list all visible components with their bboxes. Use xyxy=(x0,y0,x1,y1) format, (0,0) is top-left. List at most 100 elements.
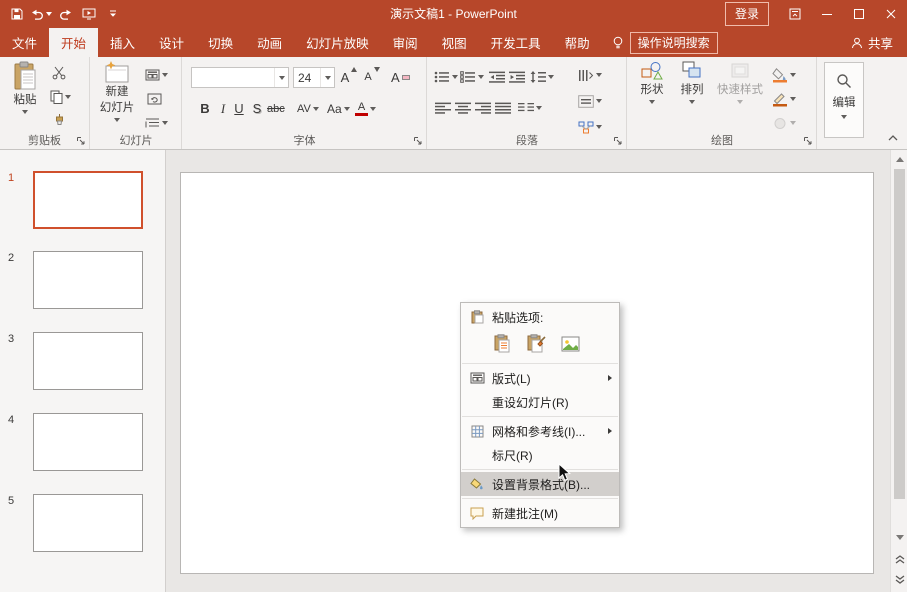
menu-item-reset-slide[interactable]: 重设幻灯片(R) xyxy=(461,390,619,414)
scroll-down-button[interactable] xyxy=(891,529,907,546)
bullets-dropdown-icon xyxy=(452,75,458,79)
shape-outline-button[interactable] xyxy=(772,89,796,109)
vertical-scrollbar[interactable] xyxy=(890,150,907,592)
editing-button[interactable]: 编辑 xyxy=(824,62,864,138)
share-label: 共享 xyxy=(868,33,893,52)
tab-transitions[interactable]: 切换 xyxy=(196,28,245,57)
new-slide-button[interactable]: 新建 幻灯片 xyxy=(94,61,140,139)
paste-picture-button[interactable] xyxy=(558,332,583,355)
ribbon-display-options-button[interactable] xyxy=(779,0,811,28)
tab-slideshow[interactable]: 幻灯片放映 xyxy=(294,28,381,57)
bold-button[interactable]: B xyxy=(197,98,213,119)
shapes-button[interactable]: 形状 xyxy=(632,61,672,139)
paste-button[interactable]: 粘贴 xyxy=(6,61,44,139)
menu-item-new-comment[interactable]: 新建批注(M) xyxy=(461,501,619,525)
line-spacing-button[interactable] xyxy=(530,67,554,87)
align-text-button[interactable] xyxy=(578,91,602,111)
tab-insert[interactable]: 插入 xyxy=(98,28,147,57)
align-center-button[interactable] xyxy=(454,98,472,118)
tab-help[interactable]: 帮助 xyxy=(553,28,602,57)
tab-home[interactable]: 开始 xyxy=(49,28,98,57)
customize-qat-button[interactable] xyxy=(102,2,124,26)
tab-developer[interactable]: 开发工具 xyxy=(479,28,553,57)
slides-group: 新建 幻灯片 幻灯片 xyxy=(91,57,182,149)
tab-animations[interactable]: 动画 xyxy=(245,28,294,57)
character-spacing-button[interactable]: AV xyxy=(297,98,319,119)
quick-styles-button[interactable]: 快速样式 xyxy=(714,61,766,139)
menu-item-ruler[interactable]: 标尺(R) xyxy=(461,443,619,467)
justify-button[interactable] xyxy=(494,98,512,118)
customize-qat-icon xyxy=(109,10,117,18)
slide-editing-area[interactable]: 粘贴选项: 版式(L) xyxy=(166,150,890,592)
font-dialog-launcher[interactable] xyxy=(412,135,424,147)
menu-item-format-background[interactable]: 设置背景格式(B)... xyxy=(461,472,619,496)
minimize-button[interactable] xyxy=(811,0,843,28)
scrollbar-thumb[interactable] xyxy=(894,169,905,499)
columns-button[interactable] xyxy=(518,98,542,118)
increase-indent-button[interactable] xyxy=(508,67,526,87)
paste-keep-source-formatting-button[interactable] xyxy=(525,332,550,355)
decrease-indent-button[interactable] xyxy=(488,67,506,87)
collapse-ribbon-button[interactable] xyxy=(885,132,901,144)
drawing-group: 形状 排列 快速样式 xyxy=(628,57,817,149)
bullets-button[interactable] xyxy=(434,67,458,87)
align-right-button[interactable] xyxy=(474,98,492,118)
arrange-button[interactable]: 排列 xyxy=(674,61,710,139)
menu-item-grid-guides[interactable]: 网格和参考线(I)... xyxy=(461,419,619,443)
shrink-font-button[interactable]: A xyxy=(363,67,381,87)
character-spacing-label: AV xyxy=(297,103,311,115)
next-slide-button[interactable] xyxy=(891,571,907,588)
previous-slide-button[interactable] xyxy=(891,551,907,568)
align-left-icon xyxy=(435,102,451,114)
save-button[interactable] xyxy=(6,2,28,26)
clipboard-dialog-launcher[interactable] xyxy=(75,135,87,147)
font-size-combobox[interactable]: 24 xyxy=(293,67,335,88)
align-text-dropdown-icon xyxy=(596,99,602,103)
slide-thumbnail-1[interactable] xyxy=(33,171,143,229)
copy-button[interactable] xyxy=(50,87,71,107)
change-case-button[interactable]: Aa xyxy=(327,98,350,119)
layout-button[interactable] xyxy=(145,65,168,85)
tab-view[interactable]: 视图 xyxy=(430,28,479,57)
reset-slide-button[interactable] xyxy=(145,89,163,109)
close-button[interactable] xyxy=(875,0,907,28)
section-button[interactable] xyxy=(145,113,168,133)
slide-thumbnail-3[interactable] xyxy=(33,332,143,390)
share-button[interactable]: 共享 xyxy=(851,28,907,57)
italic-button[interactable]: I xyxy=(215,98,231,119)
paste-use-destination-theme-button[interactable] xyxy=(492,332,517,355)
text-shadow-button[interactable]: S xyxy=(249,98,265,119)
tab-file[interactable]: 文件 xyxy=(0,28,49,57)
maximize-button[interactable] xyxy=(843,0,875,28)
grow-font-button[interactable]: A xyxy=(340,67,358,87)
slide-thumbnail-2[interactable] xyxy=(33,251,143,309)
menu-item-layout[interactable]: 版式(L) xyxy=(461,366,619,390)
font-name-combobox[interactable] xyxy=(191,67,289,88)
drawing-dialog-launcher[interactable] xyxy=(802,135,814,147)
scroll-up-button[interactable] xyxy=(891,151,907,168)
tab-design[interactable]: 设计 xyxy=(147,28,196,57)
clear-formatting-button[interactable]: A xyxy=(391,67,410,87)
underline-button[interactable]: U xyxy=(231,98,247,119)
start-slideshow-button[interactable] xyxy=(78,2,100,26)
numbering-button[interactable] xyxy=(460,67,484,87)
shape-fill-button[interactable] xyxy=(772,65,796,85)
slide-thumbnail-4[interactable] xyxy=(33,413,143,471)
cut-button[interactable] xyxy=(50,63,68,83)
shape-effects-button[interactable] xyxy=(772,113,796,133)
paste-options-label: 粘贴选项: xyxy=(492,309,543,326)
undo-button[interactable] xyxy=(30,2,52,26)
drawing-group-label: 绘图 xyxy=(628,132,816,148)
redo-button[interactable] xyxy=(54,2,76,26)
tell-me-search[interactable]: 操作说明搜索 xyxy=(612,28,718,57)
align-left-button[interactable] xyxy=(434,98,452,118)
sign-in-button[interactable]: 登录 xyxy=(725,2,769,26)
paragraph-dialog-launcher[interactable] xyxy=(612,135,624,147)
tab-review[interactable]: 审阅 xyxy=(381,28,430,57)
slide-thumbnail-5[interactable] xyxy=(33,494,143,552)
text-direction-button[interactable] xyxy=(578,65,602,85)
format-painter-button[interactable] xyxy=(50,111,68,131)
font-color-button[interactable]: A xyxy=(355,98,376,119)
menu-item-ruler-label: 标尺(R) xyxy=(492,447,533,464)
strikethrough-button[interactable]: abc xyxy=(267,98,285,119)
